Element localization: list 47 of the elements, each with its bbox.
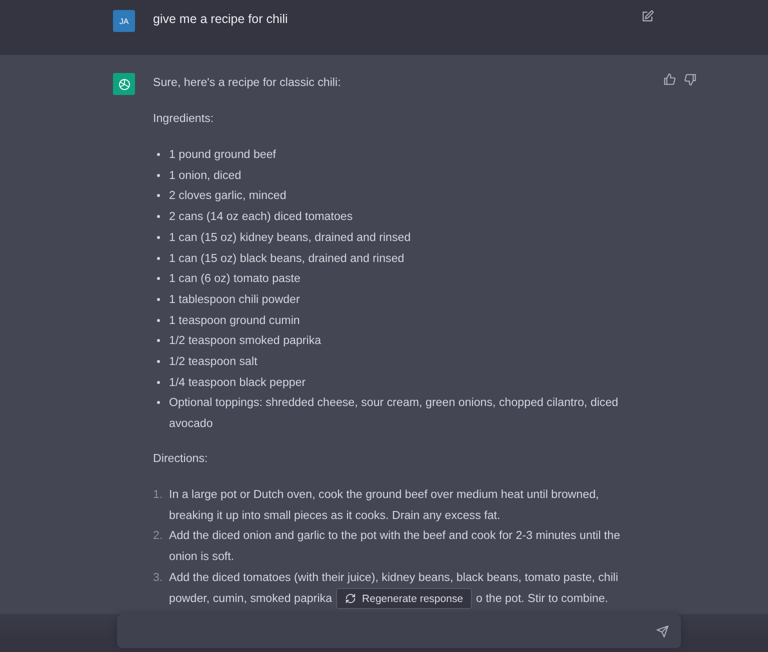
- bullet-icon: [157, 256, 160, 260]
- send-icon[interactable]: [656, 624, 669, 638]
- bullet-icon: [157, 298, 160, 301]
- ingredient-text: 1 can (6 oz) tomato paste: [169, 271, 300, 288]
- bullet-icon: [157, 360, 160, 364]
- ingredient-text: 1 onion, diced: [169, 168, 242, 184]
- refresh-icon: [345, 593, 356, 604]
- ingredient-text: 1/2 teaspoon salt: [169, 354, 258, 370]
- edit-icon[interactable]: [641, 10, 654, 23]
- bullet-icon: [157, 174, 160, 177]
- step-text: Add the diced tomatoes (with their juice), kidney beans, black beans, tomato paste, chili: [169, 570, 618, 586]
- ingredient-text: 1/2 teaspoon smoked paprika: [169, 333, 322, 350]
- ingredient-text: Optional toppings: shredded cheese, sour cream, green onions, chopped cilantro, diced avocado: [169, 395, 620, 432]
- ingredient-text: 1/4 teaspoon black pepper: [169, 374, 306, 391]
- ingredient-text: 2 cloves garlic, minced: [169, 188, 286, 204]
- assistant-logo-icon: [113, 73, 135, 95]
- step-number: 2.: [153, 528, 164, 544]
- step-text: powder, cumin, smoked paprika: [169, 590, 332, 606]
- step-text: In a large pot or Dutch oven, cook the ground beef over medium heat until browned, breaking it up into small pieces as it cooks. Drain any excess fat.: [169, 486, 600, 524]
- bullet-icon: [157, 153, 160, 156]
- bullet-icon: [157, 215, 160, 218]
- ingredient-text: 1 can (15 oz) black beans, drained and rinsed: [169, 250, 404, 267]
- bullet-icon: [157, 401, 160, 404]
- step-number: 1.: [153, 486, 164, 503]
- directions-heading: Directions:: [153, 450, 209, 467]
- bullet-icon: [157, 339, 160, 342]
- user-avatar: JA: [113, 10, 135, 32]
- step-text: o the pot. Stir to combine.: [476, 590, 608, 606]
- ingredient-text: 1 can (15 oz) kidney beans, drained and rinsed: [169, 230, 411, 246]
- bullet-icon: [157, 194, 160, 198]
- response-intro: Sure, here's a recipe for classic chili:: [153, 75, 342, 91]
- bullet-icon: [157, 277, 160, 280]
- message-input-field[interactable]: [117, 614, 681, 648]
- thumbs-up-icon[interactable]: [663, 73, 676, 86]
- step-text: Add the diced onion and garlic to the pot with the beef and cook for 2-3 minutes until the onion is soft.: [169, 528, 622, 565]
- bullet-icon: [157, 318, 160, 322]
- step-number: 3.: [153, 570, 164, 586]
- bullet-icon: [157, 236, 160, 239]
- ingredient-text: 2 cans (14 oz each) diced tomatoes: [169, 209, 353, 226]
- ingredient-text: 1 teaspoon ground cumin: [169, 312, 300, 329]
- user-message-text: give me a recipe for chili: [153, 11, 289, 28]
- ingredient-text: 1 pound ground beef: [169, 147, 276, 163]
- regenerate-response-button[interactable]: Regenerate response: [336, 588, 472, 610]
- thumbs-down-icon[interactable]: [684, 73, 697, 86]
- bullet-icon: [157, 380, 160, 384]
- ingredients-heading: Ingredients:: [153, 111, 215, 127]
- ingredient-text: 1 tablespoon chili powder: [169, 292, 300, 308]
